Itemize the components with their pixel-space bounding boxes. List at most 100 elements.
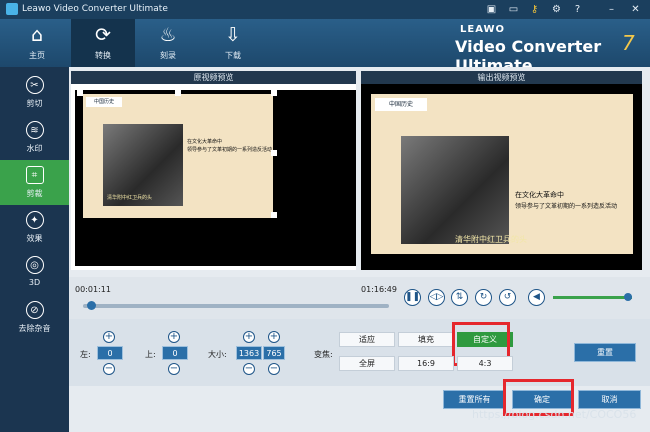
total-time: 01:16:49 [361,285,397,294]
zoom-label: 变焦: [314,350,333,359]
video-logo: 中国历史 [86,97,122,107]
chat-icon[interactable]: ▭ [506,2,521,17]
volume-handle[interactable] [624,293,633,301]
reset-all-button[interactable]: 重置所有 [443,390,506,409]
top-value-input[interactable]: 0 [162,346,188,360]
title-bar: Leawo Video Converter Ultimate ▣ ▭ ⚷ ⚙ ?… [0,0,650,19]
seek-handle[interactable] [87,301,97,310]
seek-bar[interactable] [83,304,389,308]
original-preview-header: 原视频预览 [71,71,356,84]
output-video-content: 中国历史 在文化大革命中 领导参与了文革初期的一系列造反活动 清华附中红卫兵的头 [371,94,633,254]
height-value-input[interactable]: 765 [263,346,285,360]
crop-handle[interactable] [271,212,277,218]
close-icon[interactable]: ✕ [628,2,643,17]
nav-download[interactable]: ⇩ 下载 [201,19,265,67]
sidebar-item-denoise[interactable]: ⊘ 去除杂音 [0,295,69,340]
denoise-icon: ⊘ [25,301,44,319]
video-caption-2: 领导参与了文革初期的一系列造反活动 [187,147,273,153]
nav-home-label: 主页 [29,51,45,60]
sidebar-item-trim[interactable]: ✂ 剪切 [0,70,69,115]
watermark-icon: ≋ [25,121,44,139]
prev-frame-button[interactable]: ◁▷ [428,289,445,306]
width-decrease-button[interactable]: − [243,363,255,375]
ratio-4-3-button[interactable]: 4:3 [457,356,513,371]
ratio-16-9-button[interactable]: 16:9 [398,356,454,371]
help-icon[interactable]: ? [570,2,585,17]
key-icon[interactable]: ⚷ [527,2,542,17]
top-decrease-button[interactable]: − [168,363,180,375]
rotate-right-button[interactable]: ↻ [475,289,492,306]
original-video-content: 中国历史 在文化大革命中 领导参与了文革初期的一系列造反活动 清华附中红卫兵的头 [83,94,273,218]
video-photo [401,136,509,244]
crop-handle[interactable] [271,150,277,156]
burn-icon: ♨ [159,24,177,46]
left-increase-button[interactable]: + [103,331,115,343]
nav-home[interactable]: ⌂ 主页 [5,19,69,67]
height-increase-button[interactable]: + [268,331,280,343]
sidebar-item-label: 剪裁 [26,189,43,198]
left-value-input[interactable]: 0 [97,346,123,360]
original-video-frame: 中国历史 在文化大革命中 领导参与了文革初期的一系列造反活动 清华附中红卫兵的头 [75,90,356,266]
home-icon: ⌂ [30,24,44,46]
effect-icon: ✦ [25,211,44,229]
crop-settings-panel [69,319,650,386]
original-preview[interactable]: 中国历史 在文化大革命中 领导参与了文革初期的一系列造反活动 清华附中红卫兵的头 [71,84,356,270]
width-increase-button[interactable]: + [243,331,255,343]
ratio-fullscreen-button[interactable]: 全屏 [339,356,395,371]
nav-download-label: 下载 [225,51,241,60]
output-preview: 中国历史 在文化大革命中 领导参与了文革初期的一系列造反活动 清华附中红卫兵的头 [361,84,642,270]
crop-handle[interactable] [77,90,83,96]
sidebar-item-effect[interactable]: ✦ 效果 [0,205,69,250]
width-value-input[interactable]: 1363 [236,346,262,360]
sidebar-item-label: 水印 [26,144,43,153]
flip-button[interactable]: ⇅ [451,289,468,306]
volume-slider[interactable] [553,296,632,299]
minimize-icon[interactable]: – [604,2,619,17]
output-preview-header: 输出视频预览 [361,71,642,84]
size-label: 大小: [208,350,227,359]
sidebar-item-label: 效果 [26,234,43,243]
nav-convert-label: 转换 [95,51,111,60]
window-title: Leawo Video Converter Ultimate [22,4,168,14]
top-label: 上: [145,350,156,359]
crop-handle[interactable] [271,90,277,96]
ratio-fill-button[interactable]: 填充 [398,332,454,347]
video-caption-1: 在文化大革命中 [515,191,564,199]
nav-convert[interactable]: ⟳ 转换 [71,19,135,67]
film-icon[interactable]: ▣ [484,2,499,17]
reset-button[interactable]: 重置 [574,343,636,362]
video-logo: 中国历史 [375,98,427,111]
sidebar-item-label: 去除杂音 [18,324,51,333]
video-subtitle: 清华附中红卫兵的头 [107,195,153,201]
sidebar-item-crop[interactable]: ⌗ 剪裁 [0,160,69,205]
video-caption-2: 领导参与了文革初期的一系列造反活动 [515,203,618,210]
video-caption-1: 在文化大革命中 [187,139,223,145]
convert-icon: ⟳ [95,24,111,46]
brand-leawo: LEAWO [460,24,506,35]
height-decrease-button[interactable]: − [268,363,280,375]
brand-version: 7 [622,31,635,55]
3d-icon: ◎ [25,256,44,274]
left-decrease-button[interactable]: − [103,363,115,375]
sidebar-item-3d[interactable]: ◎ 3D [0,250,69,295]
sidebar-item-watermark[interactable]: ≋ 水印 [0,115,69,160]
video-subtitle: 清华附中红卫兵的头 [455,235,527,244]
crop-handle[interactable] [175,90,181,96]
gear-icon[interactable]: ⚙ [549,2,564,17]
left-label: 左: [80,350,91,359]
rotate-left-button[interactable]: ↺ [499,289,516,306]
app-logo-icon [6,3,18,15]
nav-burn-label: 刻录 [160,51,176,60]
current-time: 00:01:11 [75,285,111,294]
top-increase-button[interactable]: + [168,331,180,343]
crop-icon: ⌗ [25,166,44,184]
watermark-text: https://blog.csdn.net/COCO56 [472,408,637,421]
scissors-icon: ✂ [25,76,44,94]
nav-burn[interactable]: ♨ 刻录 [136,19,200,67]
download-icon: ⇩ [225,24,241,46]
edit-sidebar: ✂ 剪切 ≋ 水印 ⌗ 剪裁 ✦ 效果 ◎ 3D ⊘ 去除杂音 [0,67,69,432]
cancel-button[interactable]: 取消 [578,390,641,409]
pause-button[interactable]: ❚❚ [404,289,421,306]
ratio-fit-button[interactable]: 适应 [339,332,395,347]
volume-icon[interactable]: ◀ [528,289,545,306]
